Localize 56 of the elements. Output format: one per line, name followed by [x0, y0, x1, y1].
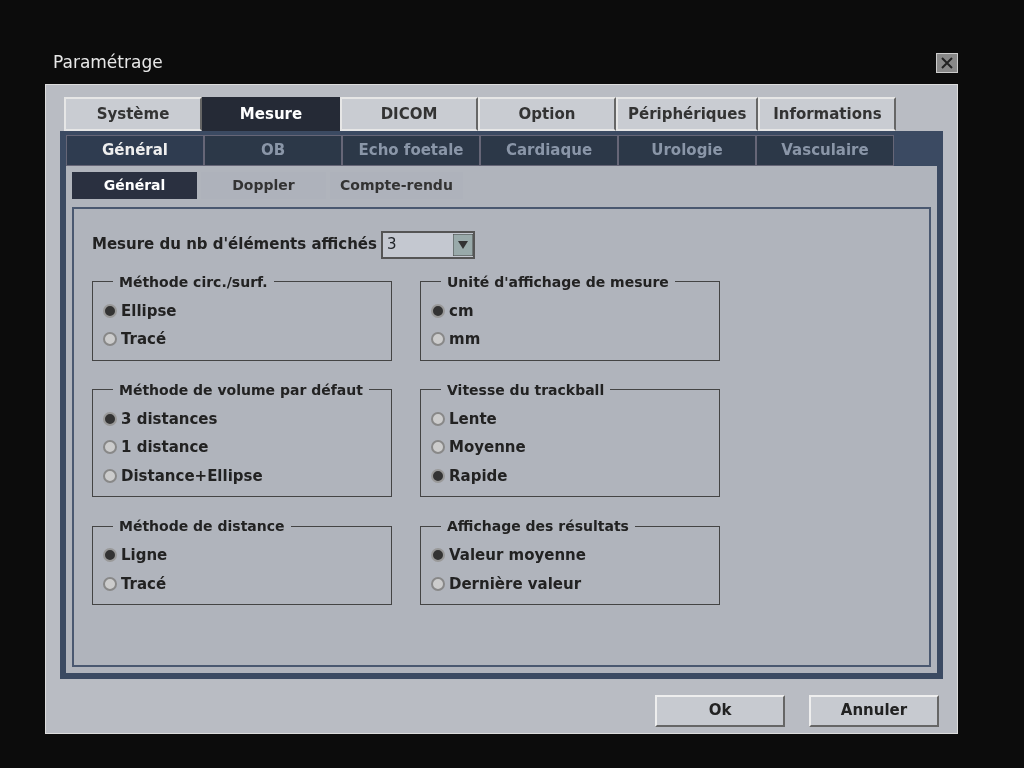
radio-option[interactable]: 1 distance [103, 433, 381, 462]
radio-button[interactable] [103, 576, 117, 591]
tab[interactable]: Cardiaque [480, 135, 618, 166]
radio-option[interactable]: Lente [431, 404, 709, 433]
group-title: Affichage des résultats [446, 519, 630, 533]
radio-option[interactable]: Tracé [103, 325, 381, 354]
radio-option[interactable]: Moyenne [431, 433, 709, 462]
radio-option[interactable]: mm [431, 325, 709, 354]
radio-button[interactable] [431, 440, 445, 455]
group-title: Méthode de volume par défaut [118, 382, 364, 397]
group-title: Méthode circ./surf. [118, 274, 269, 289]
radio-option[interactable]: Ellipse [103, 296, 381, 325]
tab[interactable]: OB [204, 135, 342, 166]
dropdown-arrow-icon [452, 233, 473, 256]
dialog-button[interactable]: Ok [655, 694, 785, 727]
radio-button[interactable] [431, 576, 445, 591]
tab[interactable]: Option [478, 96, 616, 131]
tab[interactable]: Système [64, 96, 202, 131]
radio-button[interactable] [103, 440, 117, 455]
field-label: Mesure du nb d'éléments affichés [92, 234, 377, 256]
radio-button[interactable] [431, 548, 445, 563]
radio-option[interactable]: Ligne [103, 541, 381, 570]
radio-button[interactable] [103, 332, 117, 347]
close-button[interactable] [936, 52, 958, 73]
tab[interactable]: DICOM [340, 96, 478, 131]
radio-button[interactable] [431, 303, 445, 318]
tab[interactable]: Périphériques [616, 96, 759, 131]
tab[interactable]: Général [72, 171, 197, 199]
tab[interactable]: Echo foetale [342, 135, 480, 166]
group-title: Méthode de distance [118, 519, 286, 533]
group-title: Vitesse du trackball [446, 382, 606, 397]
tab[interactable]: Mesure [202, 96, 340, 131]
radio-button[interactable] [103, 411, 117, 426]
radio-button[interactable] [103, 468, 117, 483]
tab[interactable]: Général [66, 135, 204, 166]
radio-option[interactable]: Rapide [431, 461, 709, 490]
field-value: 3 [386, 234, 398, 256]
radio-option[interactable]: Valeur moyenne [431, 541, 709, 570]
radio-button[interactable] [103, 303, 117, 318]
group-title: Unité d'affichage de mesure [446, 274, 670, 289]
tab[interactable]: Vasculaire [756, 135, 894, 166]
tab[interactable]: Informations [758, 96, 897, 131]
count-dropdown[interactable]: 3 [380, 230, 475, 259]
tab[interactable]: Urologie [618, 135, 756, 166]
radio-option[interactable]: Distance+Ellipse [103, 461, 381, 490]
radio-option[interactable]: 3 distances [103, 404, 381, 433]
radio-button[interactable] [431, 468, 445, 483]
radio-option[interactable]: Tracé [103, 569, 381, 598]
window-title: Paramétrage [52, 51, 163, 74]
radio-button[interactable] [431, 332, 445, 347]
radio-option[interactable]: cm [431, 296, 709, 325]
radio-button[interactable] [103, 548, 117, 563]
dialog-button[interactable]: Annuler [809, 694, 939, 727]
radio-button[interactable] [431, 411, 445, 426]
radio-option[interactable]: Dernière valeur [431, 569, 709, 598]
close-icon [941, 56, 953, 69]
